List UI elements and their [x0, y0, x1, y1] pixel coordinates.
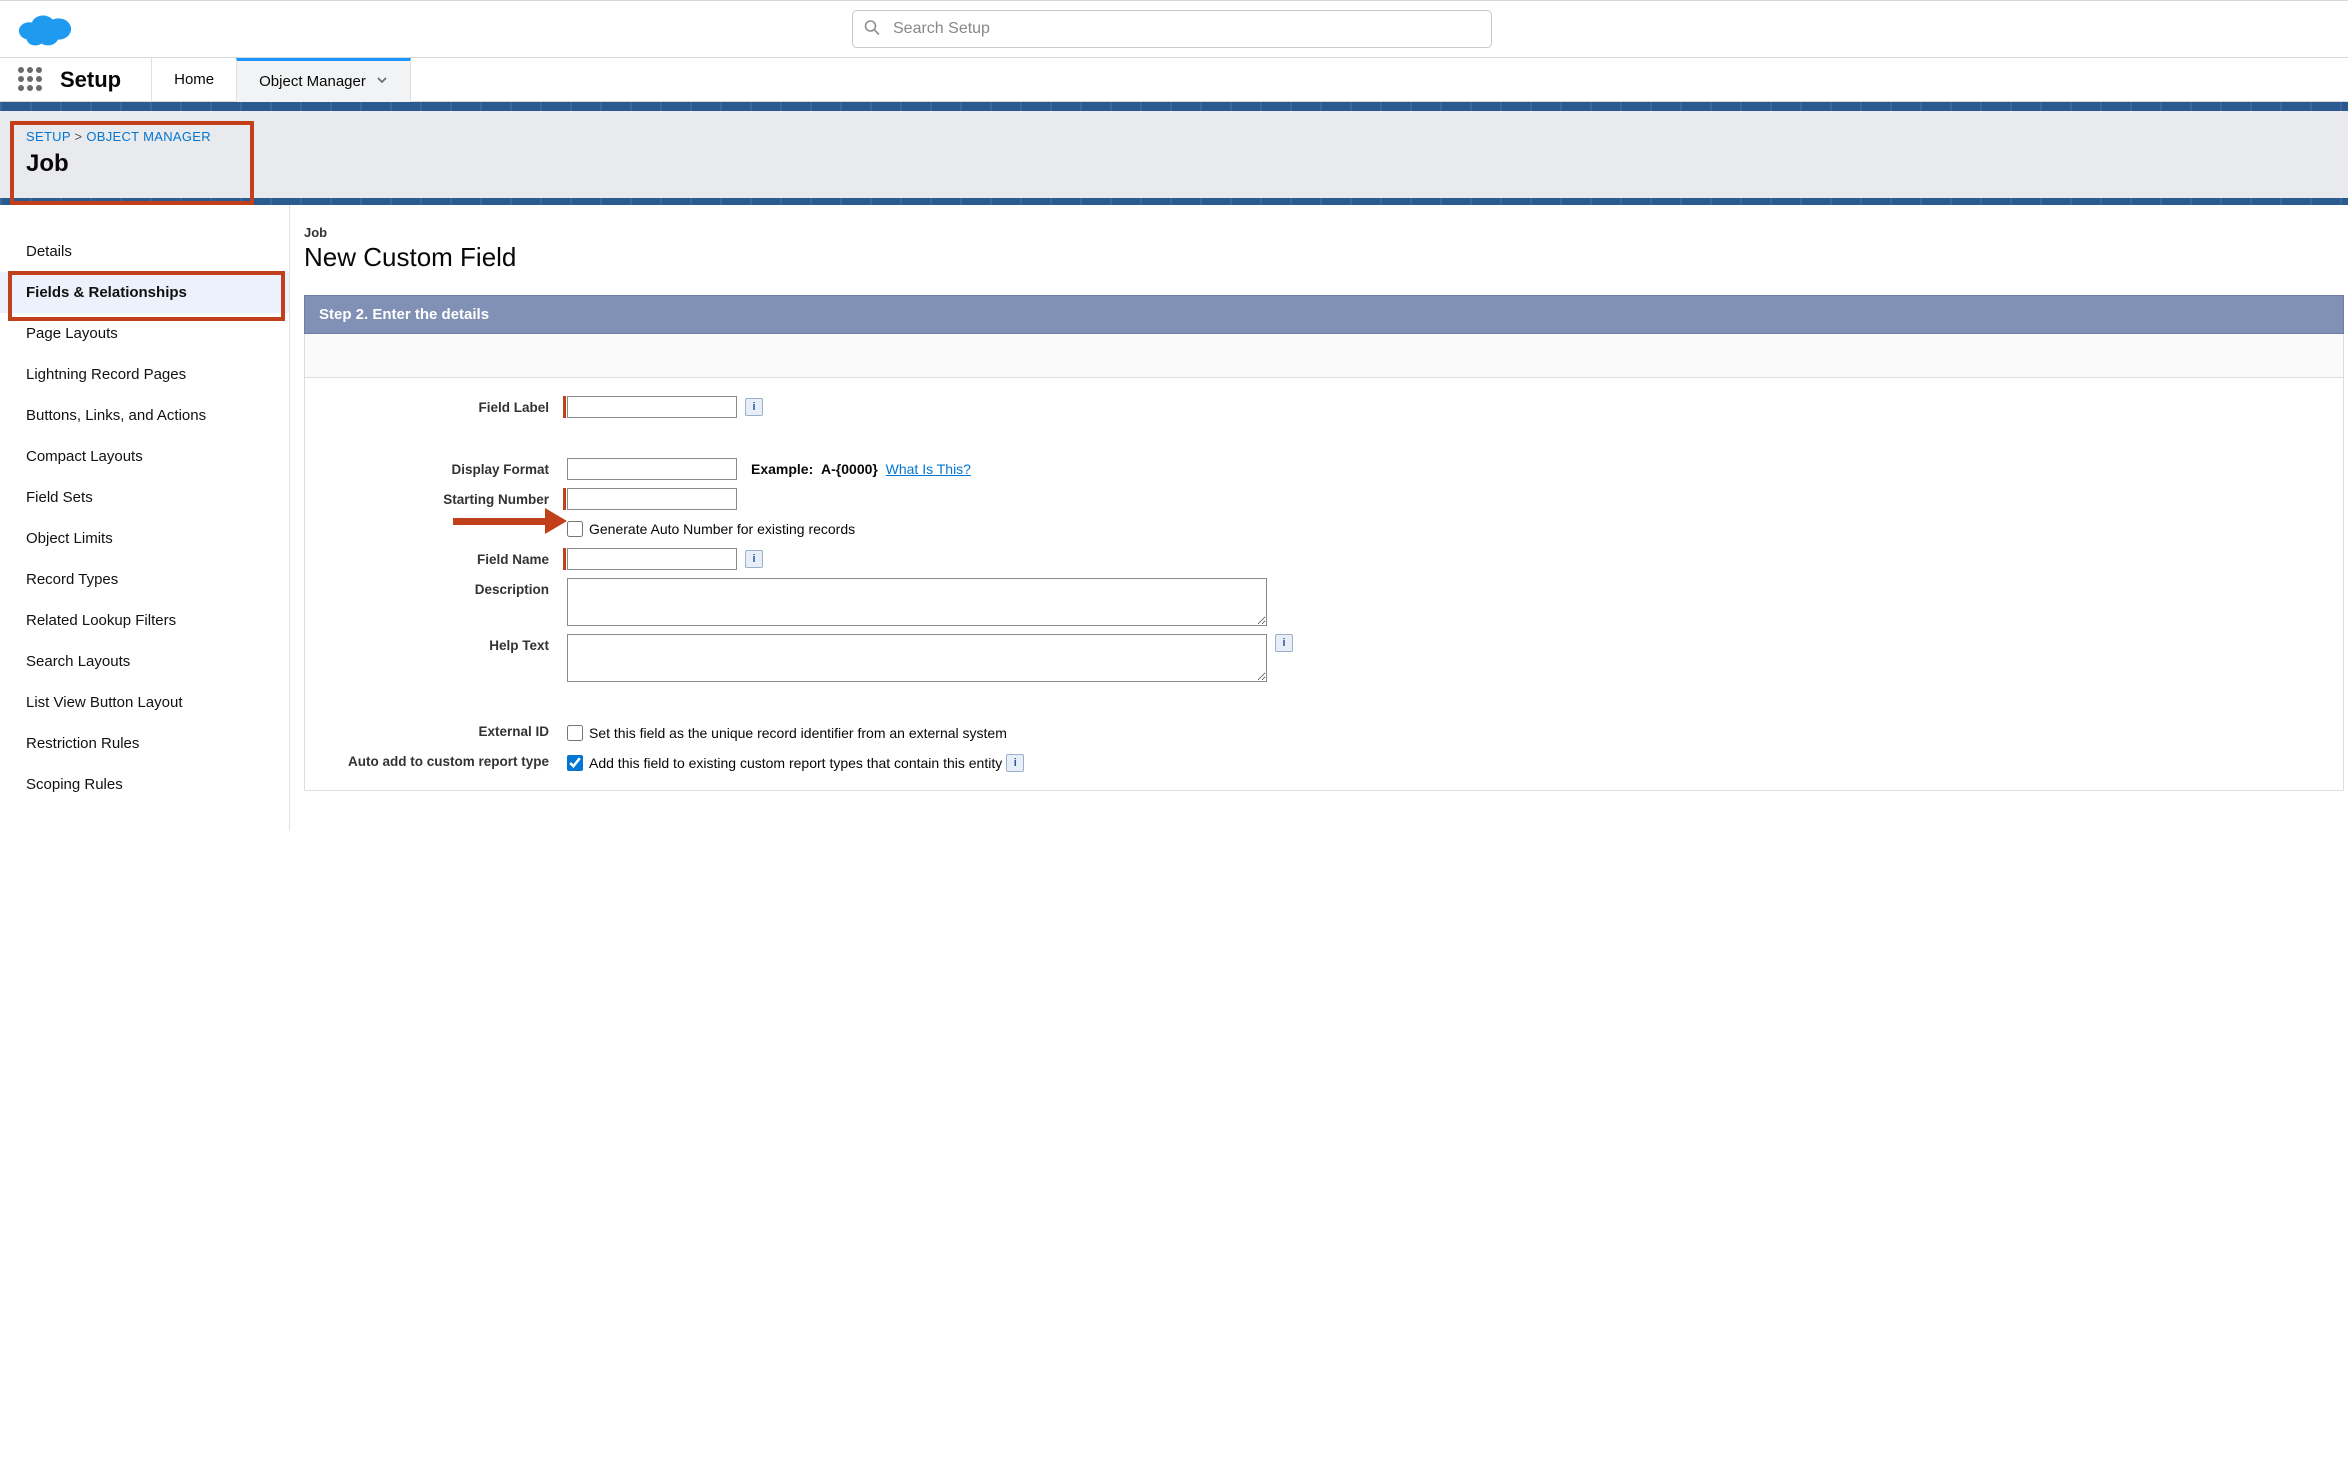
tab-object-manager-label: Object Manager: [259, 73, 366, 90]
page-title: New Custom Field: [304, 242, 2344, 273]
what-is-this-link[interactable]: What Is This?: [886, 461, 971, 477]
search-container: [852, 10, 1492, 48]
required-marker: [563, 396, 566, 418]
label-external-id: External ID: [305, 722, 563, 739]
chevron-down-icon: [376, 73, 388, 90]
sidebar-item-field-sets[interactable]: Field Sets: [0, 477, 289, 518]
generate-auto-number-checkbox[interactable]: [567, 521, 583, 537]
annotation-highlight-breadcrumb: [10, 121, 254, 205]
step-header: Step 2. Enter the details: [304, 295, 2344, 334]
salesforce-logo: [16, 9, 74, 49]
search-icon: [864, 20, 880, 39]
info-icon[interactable]: i: [745, 398, 763, 416]
label-field-label: Field Label: [305, 396, 563, 415]
annotation-arrow: [453, 508, 567, 534]
label-auto-add: Auto add to custom report type: [305, 752, 563, 769]
label-help-text: Help Text: [305, 634, 563, 653]
info-icon[interactable]: i: [1275, 634, 1293, 652]
external-id-checkbox[interactable]: [567, 725, 583, 741]
required-marker: [563, 548, 566, 570]
decorative-band: [0, 198, 2348, 205]
auto-add-checkbox[interactable]: [567, 755, 583, 771]
sidebar-item-details[interactable]: Details: [0, 231, 289, 272]
sidebar-item-related-lookup-filters[interactable]: Related Lookup Filters: [0, 600, 289, 641]
required-marker: [563, 488, 566, 510]
sidebar-item-list-view-button-layout[interactable]: List View Button Layout: [0, 682, 289, 723]
setup-title: Setup: [60, 67, 121, 93]
tab-home[interactable]: Home: [151, 58, 236, 102]
sidebar-item-lightning-record-pages[interactable]: Lightning Record Pages: [0, 354, 289, 395]
label-display-format: Display Format: [305, 458, 563, 477]
sidebar-item-record-types[interactable]: Record Types: [0, 559, 289, 600]
search-input[interactable]: [852, 10, 1492, 48]
setup-tab-bar: Setup Home Object Manager: [0, 58, 2348, 102]
sidebar-item-scoping-rules[interactable]: Scoping Rules: [0, 764, 289, 805]
decorative-band: [0, 102, 2348, 111]
annotation-highlight-sidebar: [8, 271, 285, 321]
field-name-input[interactable]: [567, 548, 737, 570]
starting-number-input[interactable]: [567, 488, 737, 510]
display-format-input[interactable]: [567, 458, 737, 480]
help-text-textarea[interactable]: [567, 634, 1267, 682]
generate-auto-number-label: Generate Auto Number for existing record…: [589, 521, 855, 537]
auto-add-desc: Add this field to existing custom report…: [589, 755, 1002, 771]
label-starting-number: Starting Number: [305, 488, 563, 507]
step-gap: [304, 334, 2344, 378]
label-field-name: Field Name: [305, 548, 563, 567]
sidebar: Details Fields & Relationships Page Layo…: [0, 205, 290, 831]
sidebar-item-buttons-links-actions[interactable]: Buttons, Links, and Actions: [0, 395, 289, 436]
sidebar-item-search-layouts[interactable]: Search Layouts: [0, 641, 289, 682]
info-icon[interactable]: i: [1006, 754, 1024, 772]
global-header: [0, 0, 2348, 58]
content-area: Job New Custom Field Step 2. Enter the d…: [290, 205, 2348, 831]
display-format-example: Example: A-{0000} What Is This?: [751, 461, 971, 477]
sidebar-item-compact-layouts[interactable]: Compact Layouts: [0, 436, 289, 477]
object-title: Job: [26, 150, 2322, 178]
description-textarea[interactable]: [567, 578, 1267, 626]
app-launcher-icon[interactable]: [18, 67, 44, 93]
sidebar-item-object-limits[interactable]: Object Limits: [0, 518, 289, 559]
label-description: Description: [305, 578, 563, 597]
field-label-input[interactable]: [567, 396, 737, 418]
breadcrumb: SETUP > OBJECT MANAGER: [26, 129, 2322, 144]
sidebar-item-restriction-rules[interactable]: Restriction Rules: [0, 723, 289, 764]
content-crumb: Job: [304, 225, 2344, 240]
external-id-desc: Set this field as the unique record iden…: [589, 725, 1007, 741]
info-icon[interactable]: i: [745, 550, 763, 568]
tab-object-manager[interactable]: Object Manager: [236, 58, 411, 102]
form-section: Field Label i Display Format Example: A-…: [304, 378, 2344, 791]
page-header: SETUP > OBJECT MANAGER Job: [0, 111, 2348, 198]
